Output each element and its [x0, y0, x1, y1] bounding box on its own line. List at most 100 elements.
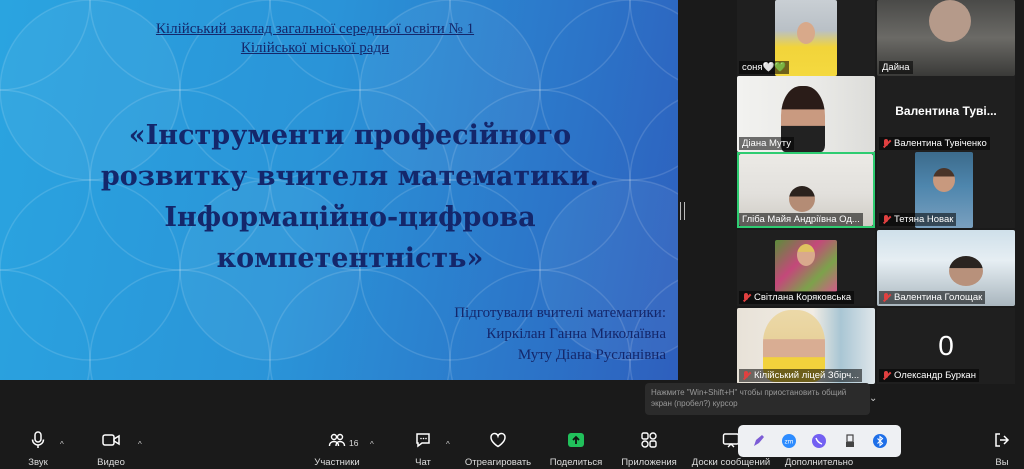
slide-title-line1: «Інструменти професійного	[128, 120, 572, 151]
participant-name-tag: Дайна	[879, 61, 913, 74]
slide-institution-line2: Кілійської міської ради	[240, 40, 390, 56]
apps-label: Приложения	[621, 457, 677, 468]
participant-tile-tetiana-novak[interactable]: Тетяна Новак	[877, 152, 1015, 228]
participant-tile-svitlana-koriakovska[interactable]: Світлана Коряковська	[737, 230, 875, 306]
participant-name: Дайна	[882, 62, 910, 73]
participant-name-tag: соня🤍💚	[739, 61, 790, 74]
participant-tile-sonya[interactable]: соня🤍💚	[737, 0, 875, 76]
chat-label: Чат	[415, 457, 431, 468]
participant-name: соня🤍💚	[742, 62, 787, 73]
participant-name: Світлана Коряковська	[754, 292, 852, 303]
audio-options-caret[interactable]: ^	[60, 440, 64, 449]
mic-muted-icon	[882, 292, 891, 303]
slide-author-2: Муту Діана Русланівна	[517, 347, 666, 363]
participant-name: Олександр Буркан	[894, 370, 976, 381]
chat-button[interactable]: Чат	[388, 431, 458, 469]
participant-name-tag: Тетяна Новак	[879, 213, 957, 226]
svg-text:zm: zm	[785, 439, 794, 446]
slide-institution: Кілійський заклад загальної середньої ос…	[120, 20, 510, 58]
participant-face	[797, 244, 815, 266]
share-screen-icon	[568, 433, 584, 447]
split-view-handle[interactable]	[680, 202, 685, 220]
participant-face	[929, 0, 971, 42]
audio-label: Звук	[28, 457, 48, 468]
slide-authors: Підготували вчителі математики: Киркілан…	[366, 303, 666, 366]
participant-name: Гліба Майя Андріївна Од...	[742, 214, 860, 225]
participant-name-tag: Кілійський ліцей Збірч...	[739, 369, 863, 382]
participant-name: Тетяна Новак	[894, 214, 954, 225]
share-hint-tooltip: Нажмите "Win+Shift+H" чтобы приостановит…	[645, 383, 870, 415]
participant-name-tag: Олександр Буркан	[879, 369, 979, 382]
participant-center-name: Валентина Туві...	[895, 104, 997, 118]
video-options-caret[interactable]: ^	[138, 440, 142, 449]
mic-muted-icon	[882, 370, 891, 381]
participant-name: Діана Муту	[742, 138, 791, 149]
participants-button[interactable]: Участники	[302, 431, 372, 469]
chevron-down-icon[interactable]: ⌄	[869, 393, 877, 404]
leave-button[interactable]: Вы	[980, 431, 1024, 469]
participants-label: Участники	[314, 457, 360, 468]
slide-institution-line1: Кілійський заклад загальної середньої ос…	[155, 21, 475, 37]
participant-name-tag: Гліба Майя Андріївна Од...	[739, 213, 863, 226]
participant-face	[933, 168, 955, 192]
camera-icon	[102, 434, 120, 446]
participant-name-tag: Валентина Тувіченко	[879, 137, 990, 150]
microphone-icon	[31, 431, 45, 448]
mic-muted-icon	[882, 214, 891, 225]
share-screen-button[interactable]: Поделиться	[541, 431, 611, 469]
participants-options-caret[interactable]: ^	[370, 440, 374, 449]
participant-name-tag: Валентина Голощак	[879, 291, 986, 304]
slide-title-line4: компетентність»	[216, 243, 484, 274]
participant-tile-daina[interactable]: Дайна	[877, 0, 1015, 76]
participant-tile-kiliia-lyceum[interactable]: Кілійський ліцей Збірч...	[737, 308, 875, 384]
participant-tile-gliba[interactable]: Гліба Майя Андріївна Од...	[737, 152, 875, 228]
participant-tile-valentyna-holoshchak[interactable]: Валентина Голощак	[877, 230, 1015, 306]
video-button[interactable]: Видео	[76, 431, 146, 469]
participant-face	[949, 256, 983, 286]
whiteboards-label: Доски сообщений	[691, 457, 771, 468]
slide-author-1: Киркілан Ганна Миколаївна	[486, 326, 666, 342]
slide-title-line3: Інформаційно-цифрова	[164, 202, 536, 233]
slide-authors-intro: Підготували вчителі математики:	[454, 305, 666, 321]
apps-button[interactable]: Приложения	[614, 431, 684, 469]
apps-icon	[641, 432, 657, 448]
participant-name-tag: Світлана Коряковська	[739, 291, 855, 304]
mic-muted-icon	[882, 138, 891, 149]
video-label: Видео	[97, 457, 125, 468]
participant-name: Кілійський ліцей Збірч...	[754, 370, 860, 381]
chat-icon	[416, 433, 430, 448]
leave-label: Вы	[995, 457, 1009, 468]
participant-face	[789, 186, 815, 212]
bluetooth-icon[interactable]	[872, 433, 888, 449]
usb-icon[interactable]	[842, 433, 858, 449]
pen-icon[interactable]	[751, 433, 767, 449]
participant-tile-oleksandr-burkan[interactable]: 0 Олександр Буркан	[877, 308, 1015, 384]
heart-icon	[490, 432, 506, 448]
shared-screen-slide: Кілійський заклад загальної середньої ос…	[0, 0, 678, 380]
participants-gallery: соня🤍💚 Дайна Діана Муту Валентина Туві..…	[737, 0, 1015, 390]
more-label: Дополнительно	[784, 457, 854, 468]
slide-title-line2: розвитку вчителя математики.	[100, 161, 600, 192]
share-label: Поделиться	[549, 457, 603, 468]
participants-count: 16	[349, 438, 359, 448]
participants-icon	[328, 433, 346, 447]
participant-tile-valentyna-tuvichenko[interactable]: Валентина Туві... Валентина Тувіченко	[877, 76, 1015, 152]
mic-muted-icon	[742, 292, 751, 303]
participant-avatar-initial: 0	[938, 330, 954, 361]
slide-title: «Інструменти професійного розвитку вчите…	[60, 115, 640, 279]
leave-icon	[995, 433, 1010, 447]
audio-button[interactable]: Звук	[3, 431, 73, 469]
participant-tile-diana-mutu[interactable]: Діана Муту	[737, 76, 875, 152]
react-button[interactable]: Отреагировать	[463, 431, 533, 469]
react-label: Отреагировать	[464, 457, 532, 468]
participant-face	[797, 22, 815, 44]
meeting-stage: Кілійський заклад загальної середньої ос…	[0, 0, 1024, 428]
participant-name: Валентина Тувіченко	[894, 138, 987, 149]
floating-apps-bar: zm	[738, 425, 901, 457]
participant-name: Валентина Голощак	[894, 292, 983, 303]
mic-muted-icon	[742, 370, 751, 381]
viber-icon[interactable]	[811, 433, 827, 449]
chat-options-caret[interactable]: ^	[446, 440, 450, 449]
zoom-app-icon[interactable]: zm	[781, 433, 797, 449]
participant-name-tag: Діана Муту	[739, 137, 794, 150]
